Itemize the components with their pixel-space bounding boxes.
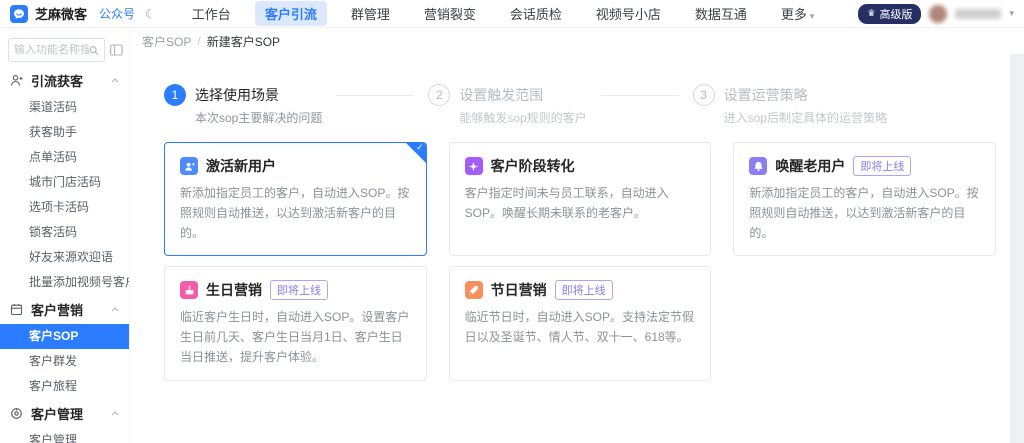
chevron-up-icon <box>111 411 119 416</box>
card-customer-stage-conversion[interactable]: 客户阶段转化 客户指定时间未与员工联系，自动进入SOP。唤醒长期未联系的老客户。 <box>449 142 712 256</box>
official-account-link[interactable]: 公众号 <box>99 5 135 22</box>
step-connector <box>336 95 414 96</box>
wizard-panel: 1 选择使用场景 本次sop主要解决的问题 2 设置触发范围 能够触发sop规则… <box>130 54 1010 443</box>
sidebar-item-city-store-code[interactable]: 城市门店活码 <box>0 170 129 195</box>
card-title: 激活新用户 <box>206 156 276 176</box>
step-1-subtitle: 本次sop主要解决的问题 <box>195 109 322 126</box>
card-activate-new-user[interactable]: ✓ 激活新用户 新添加指定员工的客户，自动进入SOP。按照规则自动推送，以达到激… <box>164 142 427 256</box>
firework-icon <box>465 281 483 299</box>
nav-marketing-fission[interactable]: 营销裂变 <box>414 1 486 26</box>
sidebar-item-tab-code[interactable]: 选项卡活码 <box>0 195 129 220</box>
sidebar-item-customer-journey[interactable]: 客户旅程 <box>0 374 129 399</box>
step-3-indicator: 3 <box>693 84 715 106</box>
step-1-title: 选择使用场景 <box>195 84 322 106</box>
app-logo[interactable] <box>10 5 28 23</box>
card-description: 新添加指定员工的客户，自动进入SOP。按照规则自动推送，以达到激活新客户的目的。 <box>749 184 980 243</box>
nav-customer-acquisition[interactable]: 客户引流 <box>255 1 327 26</box>
step-1-indicator: 1 <box>164 84 186 106</box>
sidebar-section-customer-management[interactable]: 客户管理 <box>0 399 129 428</box>
calendar-icon <box>10 303 23 316</box>
chat-bubble-icon <box>13 8 25 20</box>
sidebar: 引流获客 渠道活码 获客助手 点单活码 城市门店活码 选项卡活码 锁客活码 好友… <box>0 28 130 443</box>
step-2-title: 设置触发范围 <box>459 84 586 106</box>
main-content: 客户SOP / 新建客户SOP 1 选择使用场景 本次sop主要解决的问题 <box>130 28 1010 443</box>
crown-icon: ♛ <box>867 9 875 18</box>
activate-user-icon <box>180 157 198 175</box>
card-birthday-marketing[interactable]: 生日营销 即将上线 临近客户生日时，自动进入SOP。设置客户生日前几天、客户生日… <box>164 266 427 380</box>
breadcrumb-current: 新建客户SOP <box>207 33 280 50</box>
breadcrumb-parent[interactable]: 客户SOP <box>142 33 191 50</box>
username-redacted <box>955 9 1001 19</box>
gear-icon <box>10 407 23 420</box>
coming-soon-badge: 即将上线 <box>853 156 911 176</box>
bell-icon <box>749 157 767 175</box>
check-icon: ✓ <box>416 143 424 152</box>
chevron-down-icon: ▾ <box>810 11 815 21</box>
search-icon <box>89 45 99 56</box>
coming-soon-badge: 即将上线 <box>555 280 613 300</box>
coming-soon-badge: 即将上线 <box>270 280 328 300</box>
nav-channels-shop[interactable]: 视频号小店 <box>586 1 671 26</box>
sidebar-item-customer-mass-send[interactable]: 客户群发 <box>0 349 129 374</box>
card-title: 唤醒老用户 <box>775 156 845 176</box>
search-input[interactable] <box>14 44 89 56</box>
cake-icon <box>180 281 198 299</box>
card-wake-old-user[interactable]: 唤醒老用户 即将上线 新添加指定员工的客户，自动进入SOP。按照规则自动推送，以… <box>733 142 996 256</box>
sidebar-search[interactable] <box>8 38 105 62</box>
card-title: 节日营销 <box>491 280 547 300</box>
card-title: 客户阶段转化 <box>491 156 575 176</box>
collapse-sidebar-icon[interactable] <box>110 44 123 56</box>
stage-conversion-icon <box>465 157 483 175</box>
sidebar-section-customer-marketing[interactable]: 客户营销 <box>0 295 129 324</box>
account-chevron-down-icon[interactable]: ▾ <box>1009 8 1014 19</box>
main-nav: 工作台 客户引流 群管理 营销裂变 会话质检 视频号小店 数据互通 更多▾ <box>182 1 825 26</box>
scenario-cards: ✓ 激活新用户 新添加指定员工的客户，自动进入SOP。按照规则自动推送，以达到激… <box>164 142 1000 381</box>
top-right-area: ♛ 高级版 ▾ <box>858 4 1014 24</box>
sidebar-item-channel-code[interactable]: 渠道活码 <box>0 95 129 120</box>
card-description: 临近客户生日时，自动进入SOP。设置客户生日前几天、客户生日当月1日、客户生日当… <box>180 308 411 367</box>
nav-chat-inspection[interactable]: 会话质检 <box>500 1 572 26</box>
brand-name: 芝麻微客 <box>35 4 87 23</box>
sidebar-section-acquisition[interactable]: 引流获客 <box>0 66 129 95</box>
nav-workbench[interactable]: 工作台 <box>182 1 241 26</box>
sidebar-item-lock-customer-code[interactable]: 锁客活码 <box>0 220 129 245</box>
sidebar-item-acquisition-assistant[interactable]: 获客助手 <box>0 120 129 145</box>
card-description: 临近节日时，自动进入SOP。支持法定节假日以及圣诞节、情人节、双十一、618等。 <box>465 308 696 348</box>
scrollbar-track[interactable] <box>1010 28 1024 443</box>
step-3-title: 设置运营策略 <box>724 84 887 106</box>
sidebar-item-friend-source-welcome[interactable]: 好友来源欢迎语 <box>0 245 129 270</box>
breadcrumb-separator: / <box>197 34 200 48</box>
nav-group-management[interactable]: 群管理 <box>341 1 400 26</box>
step-3-operation-strategy: 3 设置运营策略 进入sop后制定具体的运营策略 <box>693 84 887 126</box>
avatar[interactable] <box>929 5 947 23</box>
step-connector <box>601 95 679 96</box>
nav-more[interactable]: 更多▾ <box>771 1 825 26</box>
chevron-up-icon <box>111 307 119 312</box>
step-2-trigger-scope: 2 设置触发范围 能够触发sop规则的客户 <box>428 84 586 126</box>
card-description: 客户指定时间未与员工联系，自动进入SOP。唤醒长期未联系的老客户。 <box>465 184 696 224</box>
dark-mode-icon[interactable]: ☾ <box>145 7 156 21</box>
step-2-subtitle: 能够触发sop规则的客户 <box>459 109 586 126</box>
card-description: 新添加指定员工的客户，自动进入SOP。按照规则自动推送，以达到激活新客户的目的。 <box>180 184 411 243</box>
person-icon <box>10 74 23 87</box>
sidebar-item-batch-add-channels-customer[interactable]: 批量添加视频号客户 <box>0 270 129 295</box>
app-window: 芝麻微客 公众号 ☾ 工作台 客户引流 群管理 营销裂变 会话质检 视频号小店 … <box>0 0 1024 443</box>
plan-badge[interactable]: ♛ 高级版 <box>858 4 921 24</box>
card-festival-marketing[interactable]: 节日营销 即将上线 临近节日时，自动进入SOP。支持法定节假日以及圣诞节、情人节… <box>449 266 712 380</box>
breadcrumb: 客户SOP / 新建客户SOP <box>130 28 1010 54</box>
sidebar-item-customer-sop[interactable]: 客户SOP <box>0 324 129 349</box>
stepper: 1 选择使用场景 本次sop主要解决的问题 2 设置触发范围 能够触发sop规则… <box>164 84 1000 126</box>
step-2-indicator: 2 <box>428 84 450 106</box>
sidebar-item-order-code[interactable]: 点单活码 <box>0 145 129 170</box>
step-1-choose-scenario: 1 选择使用场景 本次sop主要解决的问题 <box>164 84 322 126</box>
chevron-up-icon <box>111 78 119 83</box>
top-bar: 芝麻微客 公众号 ☾ 工作台 客户引流 群管理 营销裂变 会话质检 视频号小店 … <box>0 0 1024 28</box>
card-title: 生日营销 <box>206 280 262 300</box>
step-3-subtitle: 进入sop后制定具体的运营策略 <box>724 109 887 126</box>
sidebar-item-customer-management[interactable]: 客户管理 <box>0 428 129 443</box>
nav-data-interop[interactable]: 数据互通 <box>685 1 757 26</box>
